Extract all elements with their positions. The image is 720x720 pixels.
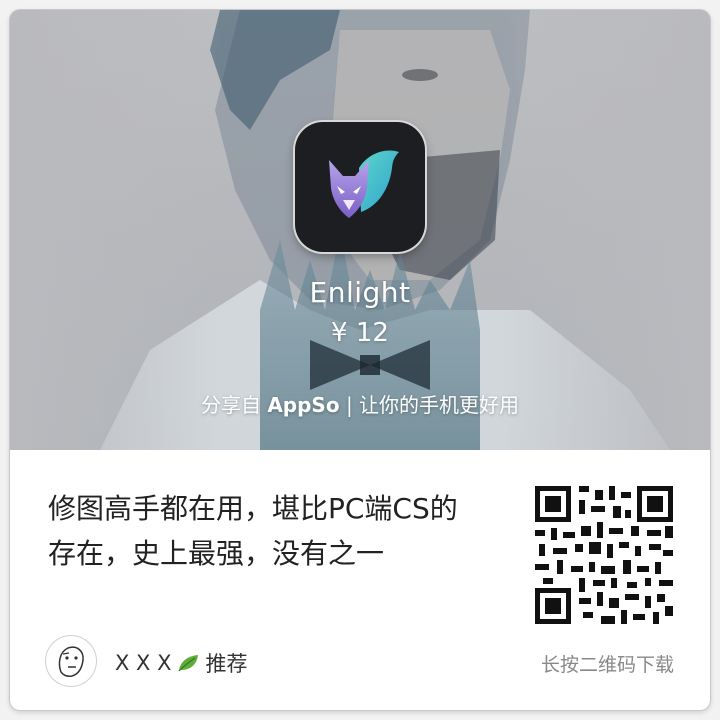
- app-price: ¥ 12: [331, 318, 389, 348]
- avatar[interactable]: [46, 636, 96, 686]
- app-name: Enlight: [309, 276, 411, 309]
- app-description: 修图高手都在用，堪比PC端CS的 存在，史上最强，没有之一: [48, 486, 508, 576]
- recommend-label: 推荐: [205, 652, 248, 676]
- description-line: 存在，史上最强，没有之一: [48, 537, 385, 570]
- share-card: Enlight ¥ 12 分享自 AppSo | 让你的手机更好用 修图高手都在…: [10, 10, 710, 710]
- app-icon[interactable]: [295, 122, 425, 252]
- share-prefix: 分享自: [200, 393, 261, 417]
- fox-logo-icon: [329, 150, 399, 218]
- share-source: 分享自 AppSo | 让你的手机更好用: [10, 389, 710, 418]
- qr-code[interactable]: [535, 486, 673, 624]
- recommender: X X X 推荐: [115, 648, 248, 678]
- share-suffix: | 让你的手机更好用: [345, 393, 520, 417]
- leaf-icon: [178, 655, 198, 672]
- user-name[interactable]: X X X: [115, 651, 172, 675]
- face-icon: [58, 646, 84, 677]
- qr-download-hint: 长按二维码下载: [540, 654, 674, 676]
- share-brand[interactable]: AppSo: [267, 393, 339, 417]
- hero-banner: Enlight ¥ 12 分享自 AppSo | 让你的手机更好用: [10, 10, 710, 450]
- description-line: 修图高手都在用，堪比PC端CS的: [48, 492, 458, 525]
